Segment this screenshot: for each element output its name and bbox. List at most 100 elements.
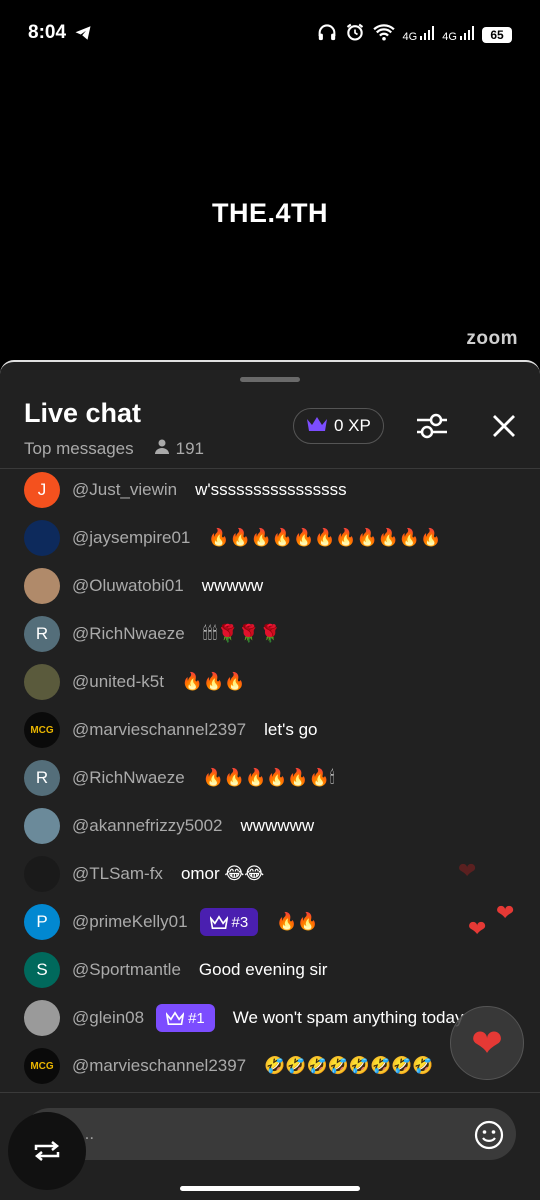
message-author[interactable]: @RichNwaeze bbox=[72, 768, 185, 788]
message-text: 🔥🔥🔥🔥🔥🔥🕯 bbox=[202, 768, 335, 787]
avatar[interactable]: J bbox=[24, 472, 60, 508]
settings-sliders-button[interactable] bbox=[414, 410, 450, 442]
floating-heart-icon: ❤ bbox=[458, 858, 477, 883]
message-list[interactable]: J @Just_viewin w'ssssssssssssssss @jaysempi… bbox=[0, 470, 540, 1090]
chat-mode-label: Top messages bbox=[24, 438, 134, 458]
crown-icon bbox=[209, 914, 228, 929]
message-author[interactable]: @Sportmantle bbox=[72, 960, 181, 980]
chat-message[interactable]: P @primeKelly01 #3 🔥🔥 bbox=[24, 904, 319, 940]
avatar[interactable] bbox=[24, 808, 60, 844]
status-bar: 8:04 4G 4G 65 bbox=[0, 0, 540, 70]
avatar[interactable] bbox=[24, 520, 60, 556]
close-button[interactable] bbox=[490, 412, 518, 440]
chat-message[interactable]: @jaysempire01 🔥🔥🔥🔥🔥🔥🔥🔥🔥🔥🔥 bbox=[24, 520, 441, 556]
video-player[interactable]: THE.4TH zoom bbox=[0, 70, 540, 360]
avatar[interactable]: R bbox=[24, 760, 60, 796]
heart-icon: ❤ bbox=[471, 1022, 503, 1065]
message-author[interactable]: @Just_viewin bbox=[72, 480, 177, 500]
avatar[interactable]: S bbox=[24, 952, 60, 988]
chat-message[interactable]: J @Just_viewin w'ssssssssssssssss bbox=[24, 472, 347, 508]
message-text: let's go bbox=[264, 720, 318, 739]
rank-badge-label: #1 bbox=[188, 1009, 205, 1027]
input-divider bbox=[0, 1092, 540, 1093]
chat-message[interactable]: @united-k5t 🔥🔥🔥 bbox=[24, 664, 245, 700]
chat-input-box[interactable] bbox=[24, 1108, 516, 1160]
drag-handle[interactable] bbox=[240, 377, 300, 382]
wifi-icon bbox=[372, 23, 395, 46]
telegram-icon bbox=[74, 24, 92, 47]
chat-title: Live chat bbox=[24, 398, 142, 428]
floating-heart-icon: ❤ bbox=[496, 900, 515, 925]
person-icon bbox=[154, 438, 170, 459]
avatar[interactable] bbox=[24, 568, 60, 604]
message-author[interactable]: @marvieschannel2397 bbox=[72, 720, 246, 740]
rotate-screen-button[interactable] bbox=[8, 1112, 86, 1190]
crown-icon bbox=[166, 1010, 185, 1025]
xp-label: 0 XP bbox=[334, 416, 371, 435]
chat-message[interactable]: S @Sportmantle Good evening sir bbox=[24, 952, 327, 988]
avatar[interactable] bbox=[24, 1000, 60, 1036]
message-text: 🕯🕯🕯🌹🌹🌹 bbox=[202, 624, 281, 643]
message-author[interactable]: @united-k5t bbox=[72, 672, 164, 692]
chat-message[interactable]: MCG @marvieschannel2397 🤣🤣🤣🤣🤣🤣🤣🤣 bbox=[24, 1048, 433, 1084]
chat-message[interactable]: R @RichNwaeze 🕯🕯🕯🌹🌹🌹 bbox=[24, 616, 281, 652]
avatar[interactable]: MCG bbox=[24, 712, 60, 748]
message-text: w'ssssssssssssssss bbox=[195, 480, 347, 499]
message-author[interactable]: @primeKelly01 bbox=[72, 912, 188, 932]
message-text: wwwww bbox=[201, 576, 264, 595]
chat-message[interactable]: MCG @marvieschannel2397 let's go bbox=[24, 712, 317, 748]
message-author[interactable]: @TLSam-fx bbox=[72, 864, 163, 884]
signal-icon: 4G bbox=[403, 26, 435, 43]
message-text: 🤣🤣🤣🤣🤣🤣🤣🤣 bbox=[264, 1056, 434, 1075]
avatar[interactable]: R bbox=[24, 616, 60, 652]
avatar[interactable] bbox=[24, 664, 60, 700]
message-author[interactable]: @glein08 bbox=[72, 1008, 144, 1028]
viewer-count: 191 bbox=[154, 438, 204, 459]
network-type-1: 4G bbox=[402, 31, 418, 43]
alarm-icon bbox=[345, 22, 365, 47]
message-text: Good evening sir bbox=[198, 960, 328, 979]
header-divider bbox=[0, 468, 540, 469]
message-text: We won't spam anything today bbox=[232, 1008, 464, 1027]
rotate-icon bbox=[34, 1141, 60, 1161]
viewer-count-value: 191 bbox=[175, 438, 204, 458]
chat-message[interactable]: R @RichNwaeze 🔥🔥🔥🔥🔥🔥🕯 bbox=[24, 760, 335, 796]
chat-message[interactable]: @TLSam-fx omor 😂😂 bbox=[24, 856, 264, 892]
close-icon bbox=[493, 415, 515, 437]
rank-badge-label: #3 bbox=[231, 913, 249, 931]
emoji-button[interactable] bbox=[474, 1120, 504, 1150]
home-indicator[interactable] bbox=[180, 1186, 360, 1191]
signal-icon-2: 4G bbox=[442, 26, 474, 43]
message-text: omor 😂😂 bbox=[180, 864, 265, 883]
battery-icon: 65 bbox=[482, 26, 512, 43]
sliders-icon bbox=[417, 413, 447, 439]
rank-badge: #3 bbox=[199, 908, 259, 936]
floating-heart-icon: ❤ bbox=[468, 916, 487, 941]
headphones-icon bbox=[317, 23, 337, 46]
video-title: THE.4TH bbox=[211, 198, 328, 228]
avatar[interactable]: MCG bbox=[24, 1048, 60, 1084]
live-chat-panel: Live chat Top messages 191 0 XP J @Just_v… bbox=[0, 360, 540, 1200]
network-type-2: 4G bbox=[442, 31, 457, 43]
crown-icon bbox=[306, 415, 328, 438]
message-text: 🔥🔥🔥 bbox=[181, 672, 246, 691]
heart-reaction-button[interactable]: ❤ bbox=[450, 1006, 524, 1080]
smiley-icon bbox=[474, 1120, 504, 1150]
chat-message[interactable]: @glein08 #1 We won't spam anything today bbox=[24, 1000, 463, 1036]
message-author[interactable]: @RichNwaeze bbox=[72, 624, 185, 644]
message-author[interactable]: @akannefrizzy5002 bbox=[72, 816, 223, 836]
message-author[interactable]: @jaysempire01 bbox=[72, 528, 190, 548]
avatar[interactable]: P bbox=[24, 904, 60, 940]
chat-message[interactable]: @Oluwatobi01 wwwww bbox=[24, 568, 263, 604]
chat-message[interactable]: @akannefrizzy5002 wwwwww bbox=[24, 808, 314, 844]
message-author[interactable]: @Oluwatobi01 bbox=[72, 576, 184, 596]
message-author[interactable]: @marvieschannel2397 bbox=[72, 1056, 246, 1076]
zoom-logo: zoom bbox=[466, 328, 518, 349]
clock: 8:04 bbox=[28, 22, 67, 43]
xp-button[interactable]: 0 XP bbox=[293, 408, 384, 444]
avatar[interactable] bbox=[24, 856, 60, 892]
message-text: 🔥🔥🔥🔥🔥🔥🔥🔥🔥🔥🔥 bbox=[208, 528, 442, 547]
message-text: wwwwww bbox=[240, 816, 315, 835]
chat-input[interactable] bbox=[44, 1108, 464, 1160]
chat-mode-selector[interactable]: Top messages 191 bbox=[24, 438, 204, 459]
